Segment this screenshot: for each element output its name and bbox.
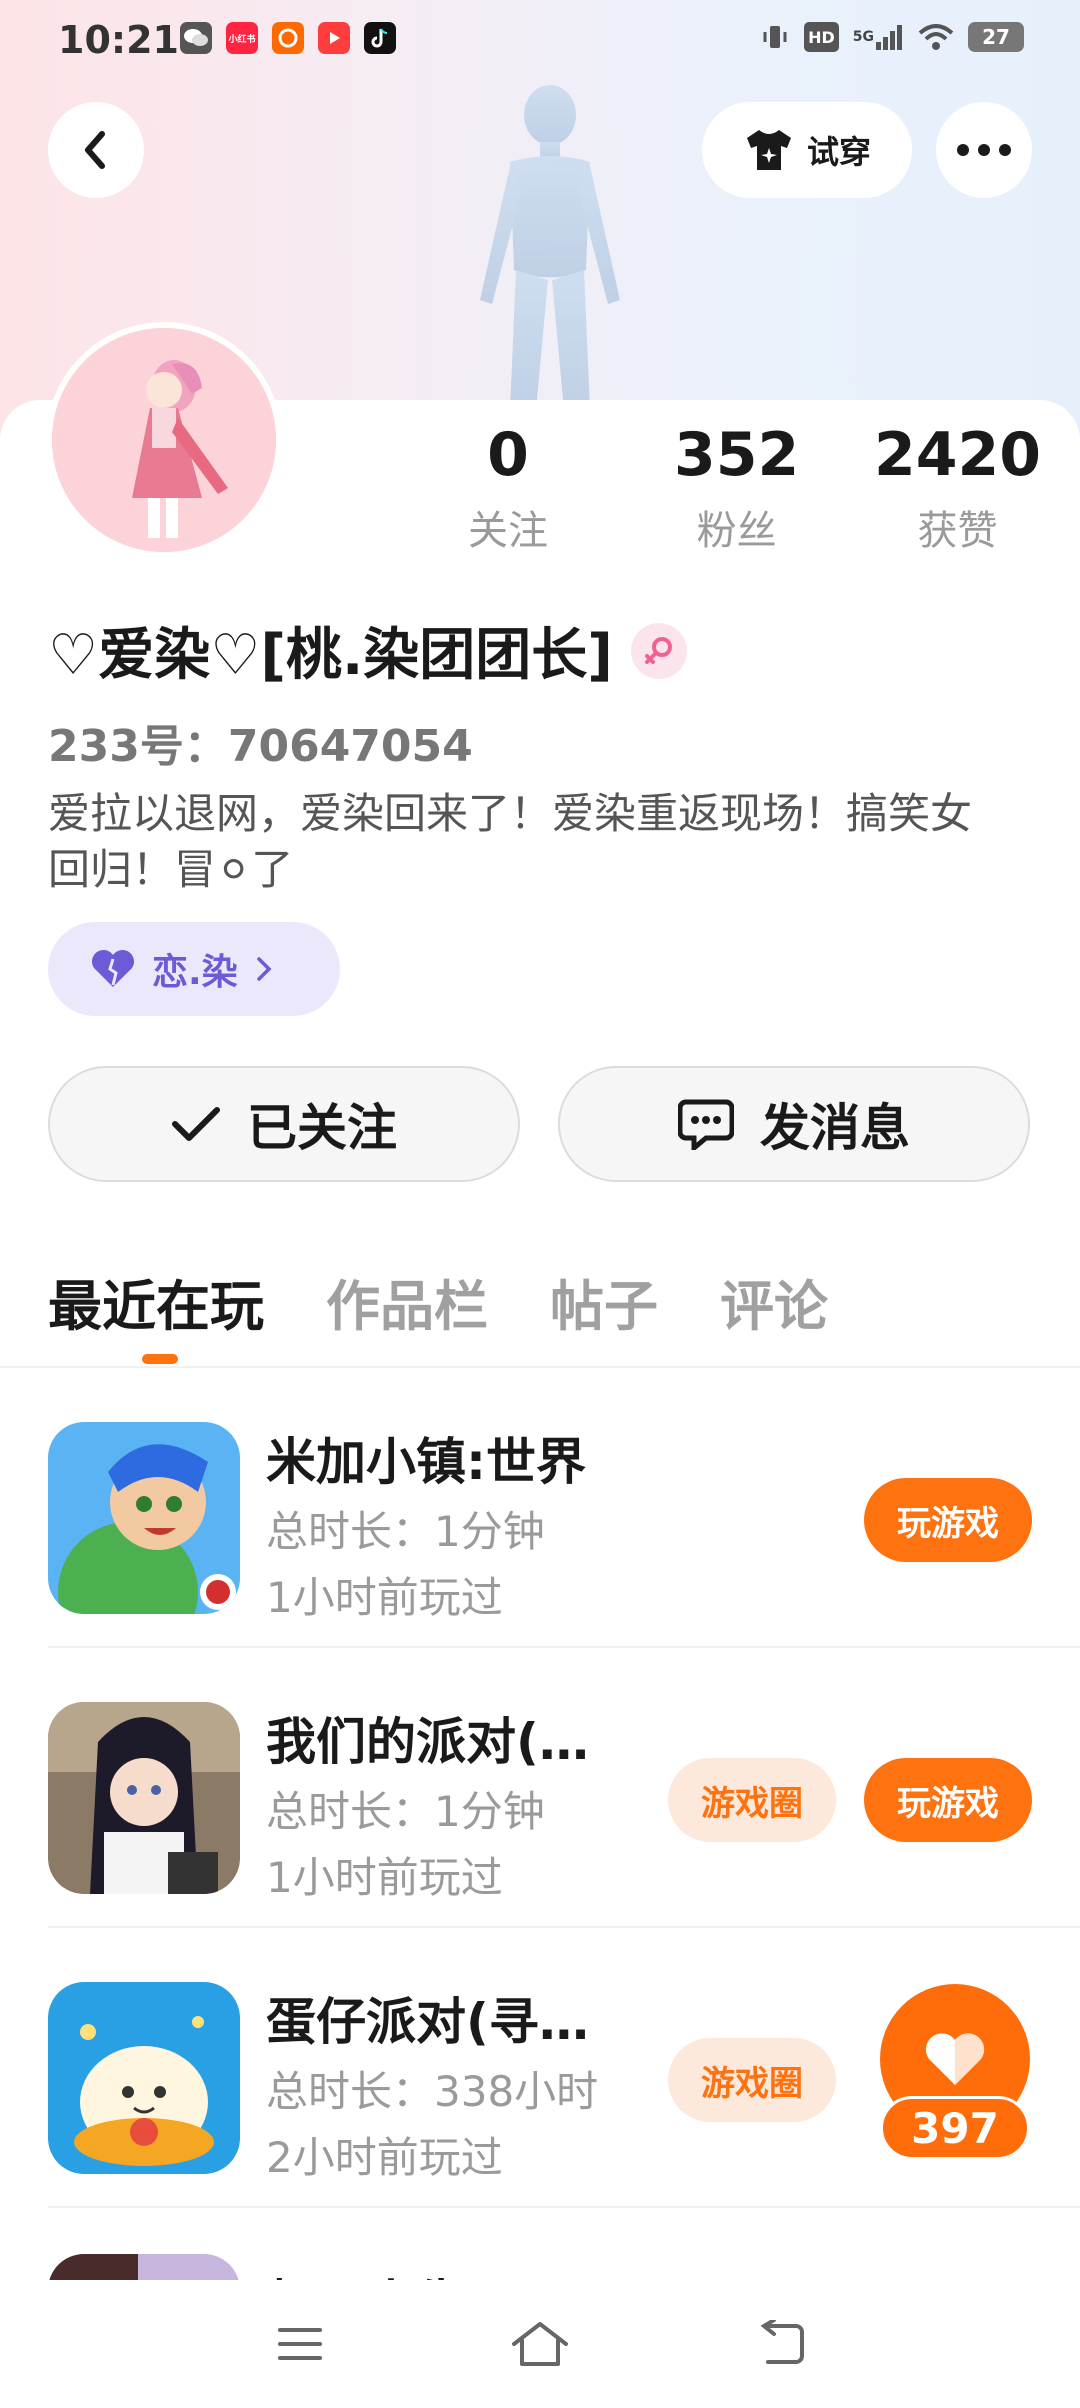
hd-icon: HD (804, 22, 839, 52)
game-title: 超蛋人生 (266, 2264, 466, 2280)
try-on-label: 试穿 (806, 133, 871, 171)
system-status-icons: HD 5G 27 (760, 22, 1024, 52)
try-on-button[interactable]: 试穿 (702, 102, 912, 198)
status-time: 10:21 (58, 18, 179, 62)
likes-stat[interactable]: 2420 获赞 (874, 420, 1041, 556)
tab-works[interactable]: 作品栏 (326, 1262, 488, 1341)
name-row: ♡爱染♡[桃.染团团长] (48, 610, 687, 691)
relationship-tag[interactable]: 恋.染 (48, 922, 340, 1016)
tab-recently-played[interactable]: 最近在玩 (48, 1262, 264, 1341)
following-stat[interactable]: 0 关注 (468, 420, 548, 556)
game-circle-button[interactable]: 游戏圈 (668, 2038, 836, 2122)
signal-icon: 5G (853, 22, 904, 52)
network-type: 5G (852, 29, 874, 45)
followers-count: 352 (674, 420, 800, 490)
xiaohongshu-icon: 小红书 (226, 22, 258, 54)
following-count: 0 (487, 420, 529, 490)
video-app-icon (318, 22, 350, 54)
send-message-label: 发消息 (760, 1099, 910, 1157)
status-bar: 10:21 小红书 HD 5G 27 (0, 0, 1080, 80)
profile-bio: 爱拉以退网，爱染回来了！爱染重返现场！搞笑女回归！冒⚪了 (48, 789, 973, 894)
likes-count: 2420 (874, 420, 1041, 490)
back-button[interactable] (48, 102, 144, 198)
like-button[interactable]: 397 (880, 1984, 1030, 2160)
chevron-right-icon (256, 957, 272, 981)
tiktok-icon (364, 22, 396, 54)
followers-stat[interactable]: 352 粉丝 (674, 420, 799, 556)
game-circle-button[interactable]: 游戏圈 (668, 1758, 836, 1842)
home-icon (512, 2322, 568, 2366)
game-duration: 总时长：1分钟 (266, 1507, 545, 1556)
likes-label: 获赞 (917, 508, 998, 554)
wifi-icon (918, 22, 954, 52)
list-item[interactable]: 超蛋人生 (48, 2208, 1080, 2280)
menu-nav-button[interactable] (260, 2304, 340, 2384)
taobao-icon (272, 22, 304, 54)
game-icon-fourth (48, 2254, 240, 2280)
menu-icon (278, 2328, 322, 2360)
profile-tabs: 最近在玩 作品栏 帖子 评论 (48, 1262, 828, 1341)
game-icon-party (48, 1702, 240, 1894)
play-game-button[interactable]: 玩游戏 (864, 1478, 1032, 1562)
game-duration: 总时长：1分钟 (266, 1787, 545, 1836)
followers-label: 粉丝 (696, 508, 777, 554)
play-game-button[interactable]: 玩游戏 (864, 1758, 1032, 1842)
user-id: 233号：70647054 (48, 721, 473, 772)
back-nav-button[interactable] (740, 2304, 820, 2384)
game-icon-toca-world (48, 1422, 240, 1614)
battery-indicator: 27 (968, 22, 1024, 52)
avatar-3d-preview (480, 85, 620, 410)
followed-button[interactable]: 已关注 (48, 1066, 520, 1182)
active-tab-indicator (142, 1354, 178, 1364)
checkmark-icon (172, 1107, 220, 1141)
avatar[interactable] (46, 322, 282, 558)
vibrate-icon (760, 22, 790, 52)
system-navigation-bar (0, 2280, 1080, 2408)
tshirt-icon (746, 130, 791, 170)
relationship-tag-label: 恋.染 (152, 952, 238, 993)
tab-posts[interactable]: 帖子 (550, 1262, 658, 1341)
game-last-played: 1小时前玩过 (266, 1573, 503, 1622)
female-gender-icon (630, 622, 687, 679)
back-arrow-icon (760, 2320, 804, 2364)
game-last-played: 1小时前玩过 (266, 1853, 503, 1902)
more-icon (957, 144, 1011, 156)
home-nav-button[interactable] (500, 2304, 580, 2384)
list-item[interactable]: 米加小镇:世界 总时长：1分钟 1小时前玩过 玩游戏 (48, 1368, 1080, 1648)
game-last-played: 2小时前玩过 (266, 2133, 503, 2182)
heart-icon (925, 2033, 985, 2085)
send-message-button[interactable]: 发消息 (558, 1066, 1030, 1182)
chevron-left-icon (85, 131, 105, 169)
followed-label: 已关注 (247, 1099, 397, 1157)
game-icon-eggy-party (48, 1982, 240, 2174)
notification-icons: 小红书 (180, 22, 396, 54)
tab-comments[interactable]: 评论 (720, 1262, 828, 1341)
wechat-icon (180, 22, 212, 54)
game-duration: 总时长：338小时 (266, 2067, 599, 2116)
game-title: 米加小镇:世界 (266, 1433, 586, 1491)
game-title: 我们的派对(… (266, 1713, 589, 1771)
chat-bubble-icon (678, 1099, 734, 1150)
more-options-button[interactable] (936, 102, 1032, 198)
following-label: 关注 (468, 508, 548, 554)
game-title: 蛋仔派对(寻… (266, 1993, 589, 2051)
avatar-character-icon (52, 328, 276, 552)
profile-name: ♡爱染♡[桃.染团团长] (48, 623, 613, 688)
list-item[interactable]: 我们的派对(… 总时长：1分钟 1小时前玩过 游戏圈 玩游戏 (48, 1648, 1080, 1928)
like-count: 397 (880, 2096, 1030, 2160)
heart-icon (91, 949, 135, 987)
